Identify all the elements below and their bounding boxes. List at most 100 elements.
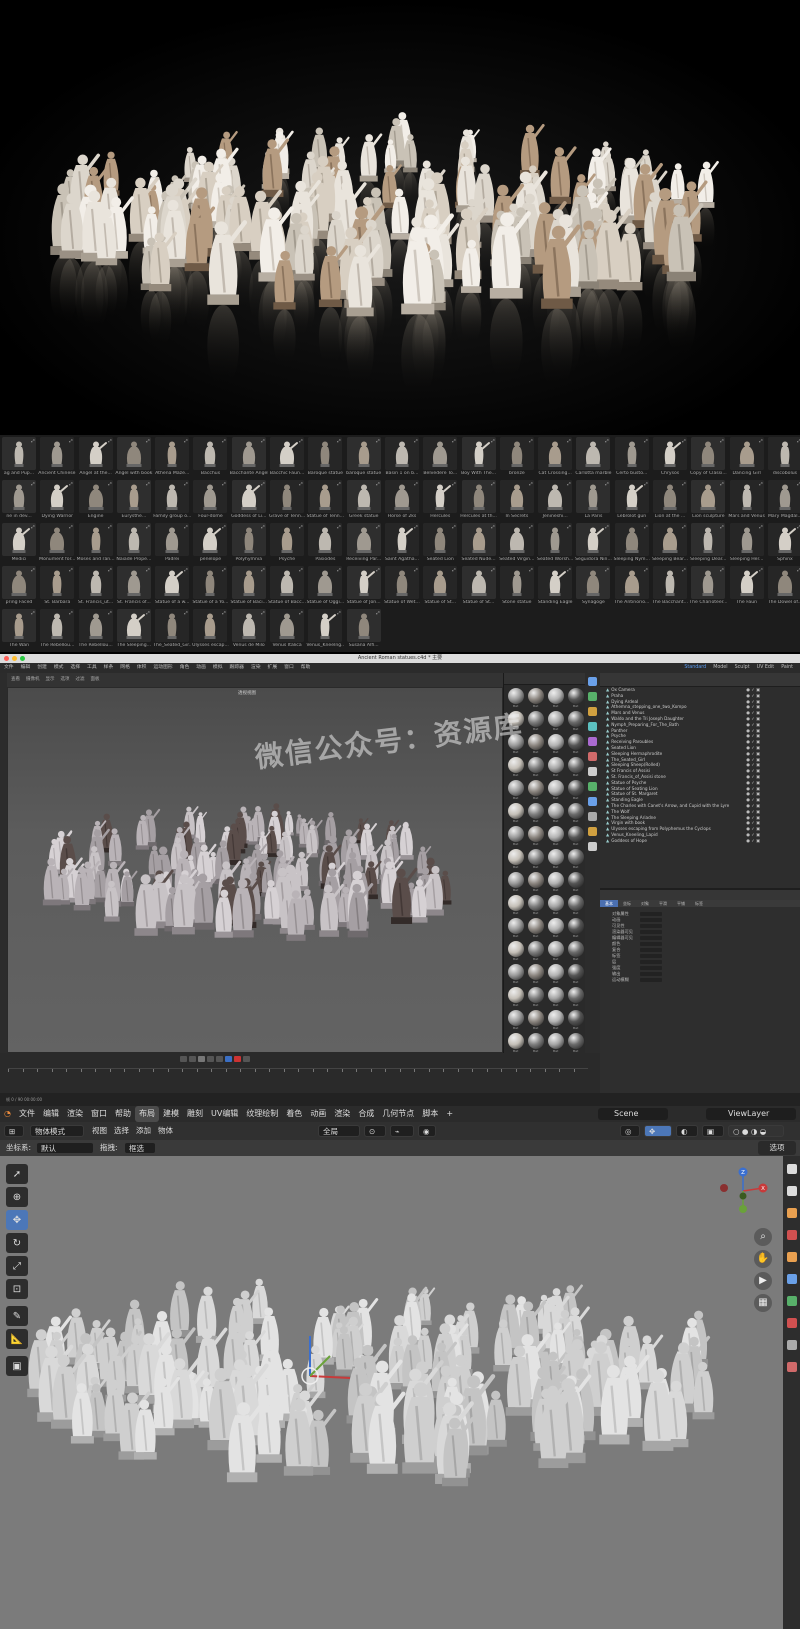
material-swatch[interactable]: Mat [546, 756, 565, 779]
xray-toggle[interactable]: ▣ [702, 1125, 724, 1137]
asset-tile[interactable]: ⤢ Lebrolot gun [613, 480, 651, 523]
overlay-toggle[interactable]: ◐ [676, 1125, 698, 1137]
properties-tab-icon[interactable] [786, 1296, 797, 1306]
asset-tile[interactable]: ⤢ ag and Pup... [0, 437, 38, 480]
asset-tile[interactable]: ⤢ Standing Eagle [536, 566, 574, 609]
attribute-value-field[interactable] [640, 948, 662, 952]
properties-tab-icon[interactable] [786, 1362, 797, 1372]
close-window-dot[interactable] [4, 656, 9, 661]
asset-tile[interactable]: ⤢ The Rebellou... [77, 609, 115, 652]
scene-selector[interactable]: Scene [598, 1108, 668, 1120]
select-tool-icon[interactable]: ➚ [6, 1164, 28, 1184]
material-swatch[interactable]: Mat [566, 871, 585, 894]
material-swatch[interactable]: Mat [566, 802, 585, 825]
asset-tile[interactable]: ⤢ Receiving Par... [345, 523, 383, 566]
object-row[interactable]: ▲ Goddess of Hope ● ✓ ▣ [600, 838, 800, 844]
c4d-tool-icon[interactable] [588, 842, 597, 851]
material-swatch[interactable]: Mat [546, 871, 565, 894]
c4d-menu-item[interactable]: 角色 [180, 665, 190, 670]
asset-tile[interactable]: ⤢ The Wan [0, 609, 38, 652]
asset-tile[interactable]: ⤢ Bacchus [191, 437, 229, 480]
attribute-tab[interactable]: 基本 [600, 900, 618, 907]
c4d-tool-icon[interactable] [588, 677, 597, 686]
coord-system-dropdown[interactable]: 默认 [36, 1142, 94, 1154]
material-swatch[interactable]: Mat [526, 894, 545, 917]
material-swatch[interactable]: Mat [526, 710, 545, 733]
material-swatch[interactable]: Mat [546, 687, 565, 710]
asset-tile[interactable]: ⤢ Dancing Girl [728, 437, 766, 480]
c4d-menu-item[interactable]: 选择 [70, 665, 80, 670]
move-tool-icon[interactable]: ✥ [6, 1210, 28, 1230]
attribute-tab[interactable]: 标签 [690, 900, 708, 907]
material-swatch[interactable]: Mat [506, 756, 525, 779]
material-swatch[interactable]: Mat [546, 1009, 565, 1032]
keyframe-icon[interactable] [243, 1056, 250, 1062]
minimize-window-dot[interactable] [12, 656, 17, 661]
workspace-tab[interactable]: 动画 [306, 1106, 330, 1122]
asset-tile[interactable]: ⤢ The Antinorio... [613, 566, 651, 609]
visibility-dropdown[interactable]: ◎ [620, 1125, 640, 1137]
asset-tile[interactable]: ⤢ Venus de Milo [230, 609, 268, 652]
material-swatch[interactable]: Mat [506, 871, 525, 894]
asset-tile[interactable]: ⤢ Sleeping Dear... [689, 523, 727, 566]
c4d-tool-icon[interactable] [588, 752, 597, 761]
asset-tile[interactable]: ⤢ Stone statue [498, 566, 536, 609]
c4d-menu-item[interactable]: 样条 [104, 665, 114, 670]
material-swatch[interactable]: Mat [546, 802, 565, 825]
asset-tile[interactable]: ⤢ Seated Nude... [460, 523, 498, 566]
add-workspace-icon[interactable]: + [442, 1106, 457, 1122]
asset-tile[interactable]: ⤢ Horse of 2ks [383, 480, 421, 523]
material-swatch[interactable]: Mat [506, 1009, 525, 1032]
c4d-tool-icon[interactable] [588, 737, 597, 746]
asset-tile[interactable]: ⤢ Dying Warrior [38, 480, 76, 523]
material-swatch[interactable]: Mat [526, 917, 545, 940]
c4d-tool-icon[interactable] [588, 692, 597, 701]
asset-tile[interactable]: ⤢ Lion sculpture [689, 480, 727, 523]
material-swatch[interactable]: Mat [506, 848, 525, 871]
attribute-value-field[interactable] [640, 966, 662, 970]
blender-menu-item[interactable]: 编辑 [39, 1106, 63, 1122]
c4d-menu-item[interactable]: 模拟 [213, 665, 223, 670]
material-swatch[interactable]: Mat [566, 733, 585, 756]
c4d-layout-tab[interactable]: Paint [781, 665, 793, 670]
asset-tile[interactable]: ⤢ Jenineshi... [536, 480, 574, 523]
attribute-tab[interactable]: 对象 [636, 900, 654, 907]
asset-tile[interactable]: ⤢ The Charioteer... [689, 566, 727, 609]
c4d-menu-item[interactable]: 跟踪器 [230, 665, 244, 670]
asset-tile[interactable]: ⤢ ne in dev... [0, 480, 38, 523]
cursor-tool-icon[interactable]: ⊕ [6, 1187, 28, 1207]
c4d-menu-item[interactable]: 文件 [4, 665, 14, 670]
asset-tile[interactable]: ⤢ Statue of a Yo... [191, 566, 229, 609]
attribute-tab[interactable]: 平滑 [654, 900, 672, 907]
attribute-value-field[interactable] [640, 954, 662, 958]
transform-tool-icon[interactable]: ⊡ [6, 1279, 28, 1299]
asset-tile[interactable]: ⤢ Statue of Oggi... [306, 566, 344, 609]
properties-tab-icon[interactable] [786, 1252, 797, 1262]
asset-tile[interactable]: ⤢ Cat Crossing... [536, 437, 574, 480]
blender-logo-icon[interactable]: ◔ [0, 1106, 15, 1122]
properties-tab-icon[interactable] [786, 1318, 797, 1328]
asset-tile[interactable]: ⤢ St. Francis_ut... [77, 566, 115, 609]
playback-controls[interactable] [180, 1056, 250, 1063]
material-swatch[interactable]: Mat [526, 963, 545, 986]
material-swatch[interactable]: Mat [506, 963, 525, 986]
asset-tile[interactable]: ⤢ Athena Maze... [153, 437, 191, 480]
c4d-menu-item[interactable]: 创建 [37, 665, 47, 670]
asset-tile[interactable]: ⤢ Lion at the ... [651, 480, 689, 523]
workspace-tab[interactable]: 雕刻 [183, 1106, 207, 1122]
asset-tile[interactable]: ⤢ La Paris [574, 480, 612, 523]
material-swatch[interactable]: Mat [546, 986, 565, 1009]
asset-tile[interactable]: ⤢ discobolus [766, 437, 800, 480]
asset-tile[interactable]: ⤢ Angel at the... [77, 437, 115, 480]
gizmo-toggle[interactable]: ✥ [644, 1125, 672, 1137]
material-swatch[interactable]: Mat [546, 733, 565, 756]
material-swatch[interactable]: Mat [566, 710, 585, 733]
loop-icon[interactable] [225, 1056, 232, 1062]
viewport-menu-item[interactable]: 过滤 [76, 677, 85, 682]
asset-tile[interactable]: ⤢ The Rebellou... [38, 609, 76, 652]
material-swatch[interactable]: Mat [526, 1009, 545, 1032]
asset-tile[interactable]: ⤢ Mars and Venus [728, 480, 766, 523]
properties-tab-icon[interactable] [786, 1208, 797, 1218]
c4d-layout-tab[interactable]: Model [713, 665, 727, 670]
c4d-layout-tab[interactable]: Sculpt [735, 665, 750, 670]
